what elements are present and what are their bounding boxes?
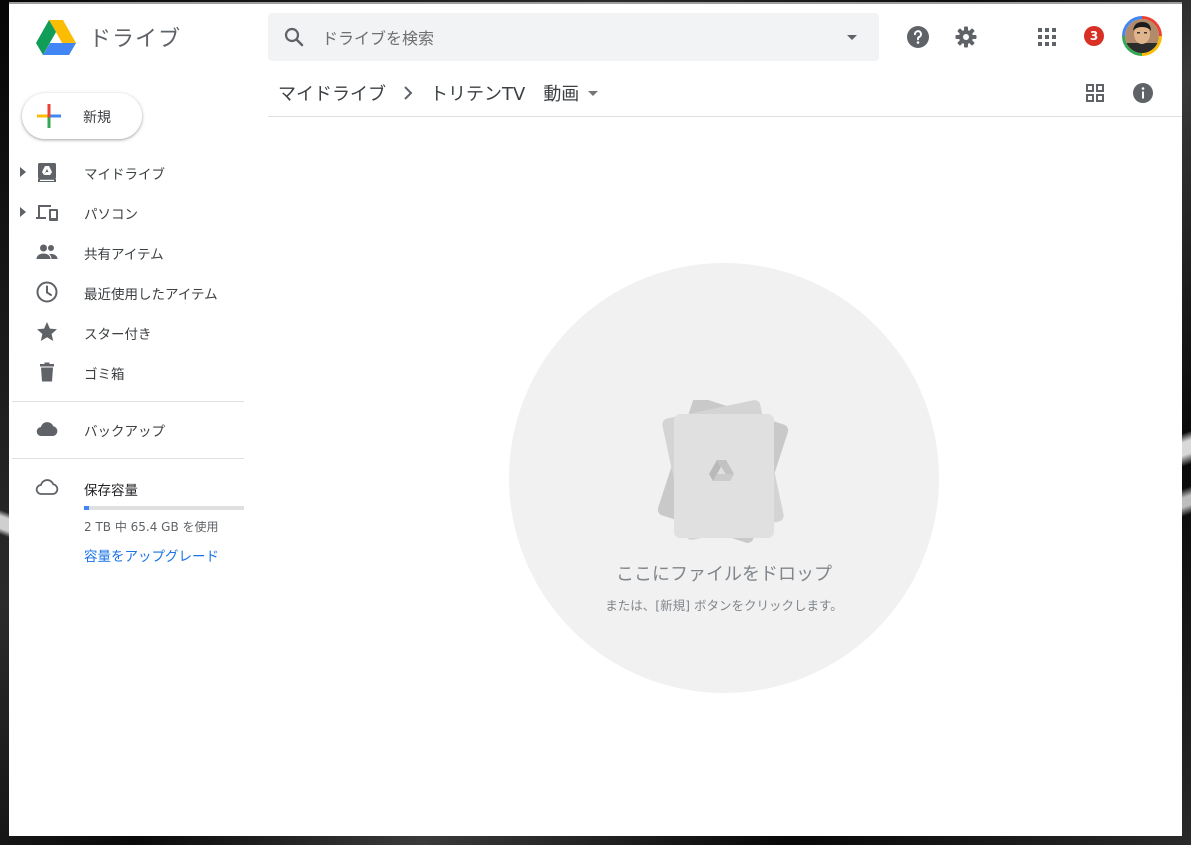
search-options-dropdown-icon[interactable] [844, 29, 860, 45]
trash-icon [40, 362, 54, 382]
drop-zone-title: ここにファイルをドロップ [616, 564, 832, 585]
account-avatar[interactable] [1122, 16, 1162, 56]
sidebar-item-label: ゴミ箱 [84, 367, 125, 383]
sidebar-item-label: 共有アイテム [84, 247, 164, 263]
storage-title: 保存容量 [84, 483, 138, 499]
notifications-badge[interactable]: 3 [1084, 26, 1104, 46]
search-input[interactable] [320, 23, 824, 53]
stacked-files-icon [657, 400, 789, 543]
info-icon [1133, 83, 1153, 103]
colored-plus-icon [37, 104, 61, 128]
new-button[interactable]: 新規 [22, 93, 142, 139]
drive-window: ドライブ ドライブを検索 3 新規 マイドライブ パソコン 共有アイテム 最近使… [9, 2, 1182, 836]
content-divider [268, 116, 1182, 117]
breadcrumb-my-drive[interactable]: マイドライブ [278, 80, 386, 106]
breadcrumb-folder[interactable]: トリテンTV [430, 80, 525, 106]
storage-usage-bar [84, 506, 244, 510]
drop-zone-subtitle: または、[新規] ボタンをクリックします。 [605, 598, 843, 613]
details-button[interactable] [1127, 77, 1159, 109]
sidebar-item-computers[interactable]: パソコン [9, 192, 244, 232]
gear-icon [955, 26, 977, 48]
grid-view-icon [1086, 84, 1104, 102]
apps-grid-icon [1038, 28, 1056, 46]
grid-view-button[interactable] [1079, 77, 1111, 109]
breadcrumb: マイドライブ トリテンTV 動画 [278, 80, 603, 106]
expand-arrow-icon[interactable] [19, 166, 27, 178]
sidebar-item-label: マイドライブ [84, 167, 165, 183]
chevron-down-icon[interactable] [583, 83, 603, 103]
cloud-outline-icon [35, 479, 59, 495]
sidebar-item-label: スター付き [84, 327, 152, 343]
sidebar-item-trash[interactable]: ゴミ箱 [9, 352, 244, 392]
expand-arrow-icon[interactable] [19, 206, 27, 218]
sidebar-item-label: 最近使用したアイテム [84, 287, 218, 303]
sidebar-item-starred[interactable]: スター付き [9, 312, 244, 352]
sidebar-item-label: パソコン [84, 207, 138, 223]
breadcrumb-current-folder[interactable]: 動画 [543, 80, 579, 106]
sidebar-divider [12, 401, 244, 402]
computers-icon [36, 205, 58, 221]
star-icon [37, 322, 57, 341]
sidebar-item-backup[interactable]: バックアップ [9, 409, 244, 449]
app-title[interactable]: ドライブ [89, 21, 181, 53]
help-icon [907, 26, 929, 48]
new-button-label: 新規 [83, 110, 111, 126]
sidebar-item-my-drive[interactable]: マイドライブ [9, 152, 244, 192]
user-photo-icon [1125, 19, 1159, 53]
search-icon[interactable] [282, 25, 306, 49]
sidebar-divider [12, 458, 244, 459]
clock-icon [36, 281, 58, 303]
sidebar-item-label: バックアップ [84, 424, 165, 440]
upgrade-storage-link[interactable]: 容量をアップグレード [84, 545, 219, 565]
search-bar[interactable] [268, 13, 879, 61]
sidebar-item-shared[interactable]: 共有アイテム [9, 232, 244, 272]
storage-usage-text: 2 TB 中 65.4 GB を使用 [84, 520, 219, 534]
settings-button[interactable] [950, 21, 982, 53]
storage-usage-fill [84, 506, 90, 510]
cloud-icon [36, 422, 58, 437]
help-button[interactable] [902, 21, 934, 53]
sidebar-item-recent[interactable]: 最近使用したアイテム [9, 272, 244, 312]
my-drive-icon [38, 163, 56, 182]
apps-button[interactable] [1031, 21, 1063, 53]
people-icon [36, 244, 58, 259]
drive-logo-icon[interactable] [36, 20, 76, 56]
avatar-photo [1125, 19, 1159, 53]
chevron-right-icon [404, 86, 413, 100]
